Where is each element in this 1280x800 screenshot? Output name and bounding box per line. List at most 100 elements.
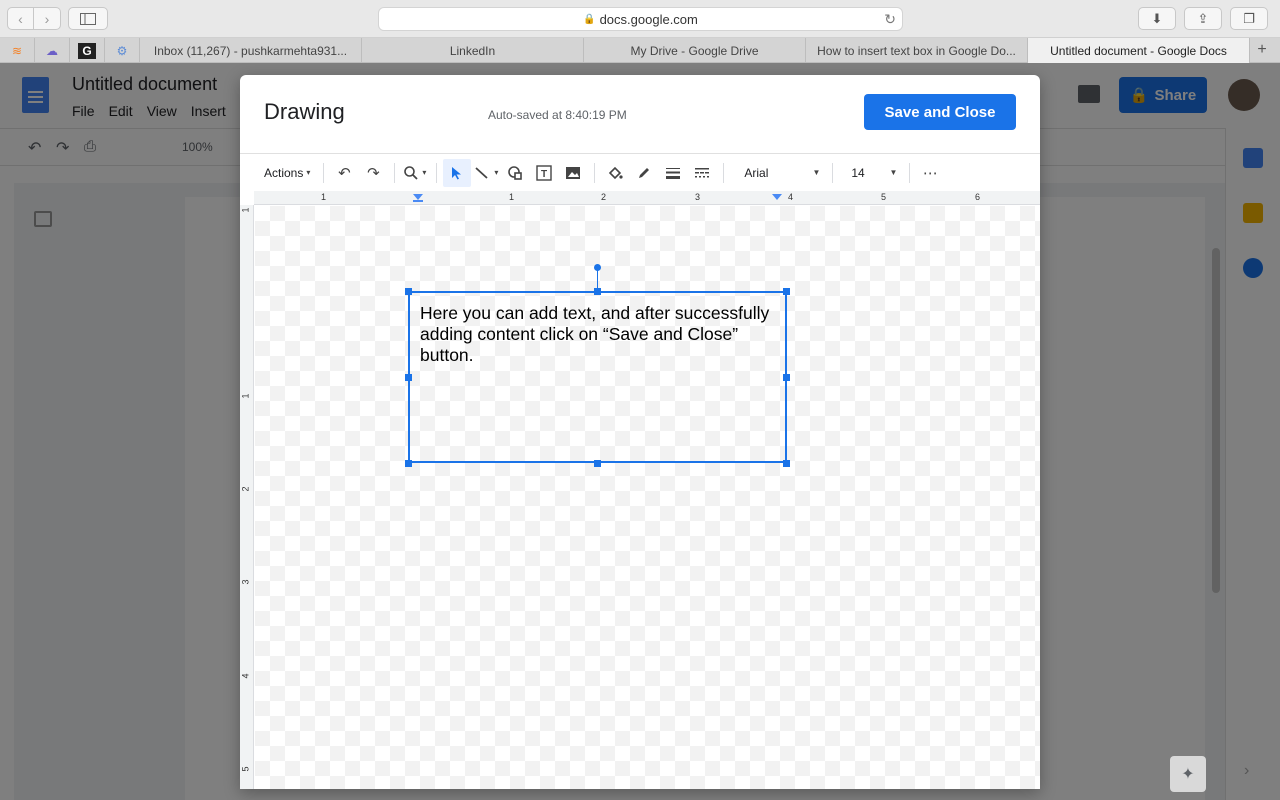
text-box-icon: T — [536, 164, 553, 181]
text-box-content[interactable]: Here you can add text, and after success… — [420, 303, 780, 366]
tab-label: How to insert text box in Google Do... — [817, 43, 1016, 58]
image-tool-button[interactable] — [559, 159, 587, 187]
plus-icon: + — [1257, 41, 1267, 58]
resize-handle-se[interactable] — [783, 460, 790, 467]
reload-icon[interactable]: ↻ — [884, 11, 896, 28]
chevron-left-icon: ‹ — [18, 10, 23, 27]
tab-drive[interactable]: My Drive - Google Drive — [584, 38, 806, 63]
line-dash-icon — [695, 167, 710, 177]
font-size-value: 14 — [851, 165, 865, 180]
paint-bucket-icon — [609, 166, 623, 179]
caret-down-icon: ▾ — [306, 168, 311, 177]
tab-untitled-doc[interactable]: Untitled document - Google Docs — [1028, 38, 1250, 63]
tab-inbox[interactable]: Inbox (11,267) - pushkarmehta931... — [140, 38, 362, 63]
tab-linkedin[interactable]: LinkedIn — [362, 38, 584, 63]
rotation-handle[interactable] — [594, 264, 601, 271]
textbox-tool-button[interactable]: T — [530, 159, 558, 187]
border-color-button[interactable] — [630, 159, 658, 187]
divider — [323, 162, 325, 183]
share-icon: ⇪ — [1197, 10, 1209, 26]
line-icon — [475, 166, 488, 179]
undo-icon: ↶ — [338, 164, 351, 182]
share-sheet-button[interactable]: ⇪ — [1184, 7, 1222, 30]
dialog-title: Drawing — [264, 99, 345, 124]
tab-label: Untitled document - Google Docs — [1050, 43, 1227, 58]
tabs-icon: ❐ — [1243, 10, 1255, 26]
actions-menu[interactable]: Actions ▾ — [256, 159, 316, 187]
browser-toolbar: ‹ › 🔒 docs.google.com ↻ ⬇ ⇪ ❐ — [0, 0, 1280, 38]
tab-overview-button[interactable]: ❐ — [1230, 7, 1268, 30]
forward-button[interactable]: › — [34, 7, 61, 30]
ruler-label: 4 — [240, 673, 251, 679]
new-tab-button[interactable]: + — [1250, 38, 1274, 62]
drawing-toolbar: Actions ▾ ↶ ↷ ▾ ▾ T Arial ▼ 14 ▼ ⋯ — [240, 153, 1040, 191]
save-and-close-button[interactable]: Save and Close — [864, 94, 1016, 130]
ruler-label: 6 — [975, 192, 981, 202]
shape-icon — [508, 165, 523, 180]
pencil-icon — [639, 167, 650, 178]
resize-handle-e[interactable] — [783, 374, 790, 381]
resize-handle-sw[interactable] — [405, 460, 412, 467]
caret-down-icon: ▾ — [422, 168, 427, 177]
tab-label: My Drive - Google Drive — [630, 43, 759, 58]
divider — [832, 162, 834, 183]
lock-icon: 🔒 — [583, 13, 596, 25]
left-indent-marker-icon[interactable] — [413, 194, 423, 203]
font-select[interactable]: Arial ▼ — [730, 166, 826, 180]
sidebar-toggle-button[interactable] — [68, 7, 108, 30]
ruler-label: 4 — [788, 192, 794, 202]
undo-button[interactable]: ↶ — [330, 159, 358, 187]
shape-tool-button[interactable] — [501, 159, 529, 187]
svg-text:T: T — [541, 169, 547, 180]
explore-button[interactable]: ✦ — [1170, 756, 1206, 792]
font-name: Arial — [744, 165, 769, 180]
resize-handle-s[interactable] — [594, 460, 601, 467]
cloud-icon: ☁ — [46, 43, 58, 58]
caret-down-icon: ▾ — [494, 168, 499, 177]
explore-icon: ✦ — [1181, 766, 1195, 783]
fill-color-button[interactable] — [601, 159, 629, 187]
text-box[interactable]: Here you can add text, and after success… — [408, 291, 787, 463]
downloads-button[interactable]: ⬇ — [1138, 7, 1176, 30]
tab-howto[interactable]: How to insert text box in Google Do... — [806, 38, 1028, 63]
pinned-tab-2[interactable]: ☁ — [35, 38, 70, 63]
divider — [594, 162, 596, 183]
resize-handle-w[interactable] — [405, 374, 412, 381]
font-size-select[interactable]: 14 ▼ — [839, 166, 903, 180]
more-options-button[interactable]: ⋯ — [916, 159, 944, 187]
tab-label: LinkedIn — [449, 43, 496, 58]
line-tool-button[interactable]: ▾ — [472, 159, 500, 187]
ruler-label: 5 — [240, 766, 251, 772]
tab-bar: ≋ ☁ G ⚙ Inbox (11,267) - pushkarmehta931… — [0, 38, 1280, 63]
caret-down-icon: ▼ — [812, 168, 821, 177]
border-weight-button[interactable] — [659, 159, 687, 187]
pinned-tab-4[interactable]: ⚙ — [105, 38, 140, 63]
browser-actions: ⬇ ⇪ ❐ — [1138, 7, 1268, 30]
drawing-dialog: Drawing Auto-saved at 8:40:19 PM Save an… — [240, 75, 1040, 789]
g-icon: G — [78, 42, 96, 59]
select-tool-button[interactable] — [443, 158, 472, 187]
zoom-icon — [404, 165, 418, 180]
image-icon — [566, 166, 581, 179]
redo-button[interactable]: ↷ — [359, 159, 387, 187]
ruler-label: 3 — [240, 579, 251, 585]
zoom-button[interactable]: ▾ — [401, 159, 429, 187]
actions-label: Actions — [264, 165, 304, 180]
ruler-label: 3 — [695, 192, 701, 202]
resize-handle-ne[interactable] — [783, 288, 790, 295]
download-icon: ⬇ — [1151, 10, 1163, 26]
back-button[interactable]: ‹ — [7, 7, 34, 30]
right-indent-marker-icon[interactable] — [772, 194, 782, 202]
divider — [723, 162, 725, 183]
border-dash-button[interactable] — [688, 159, 716, 187]
pinned-tab-1[interactable]: ≋ — [0, 38, 35, 63]
expand-panel-icon[interactable]: › — [1244, 762, 1249, 780]
pinned-tab-3[interactable]: G — [70, 38, 105, 63]
chevron-right-icon: › — [44, 10, 50, 27]
more-icon: ⋯ — [922, 164, 938, 182]
divider — [909, 162, 911, 183]
ruler-label: 1 — [509, 192, 515, 202]
resize-handle-nw[interactable] — [405, 288, 412, 295]
resize-handle-n[interactable] — [594, 288, 601, 295]
address-bar[interactable]: 🔒 docs.google.com ↻ — [378, 7, 903, 31]
